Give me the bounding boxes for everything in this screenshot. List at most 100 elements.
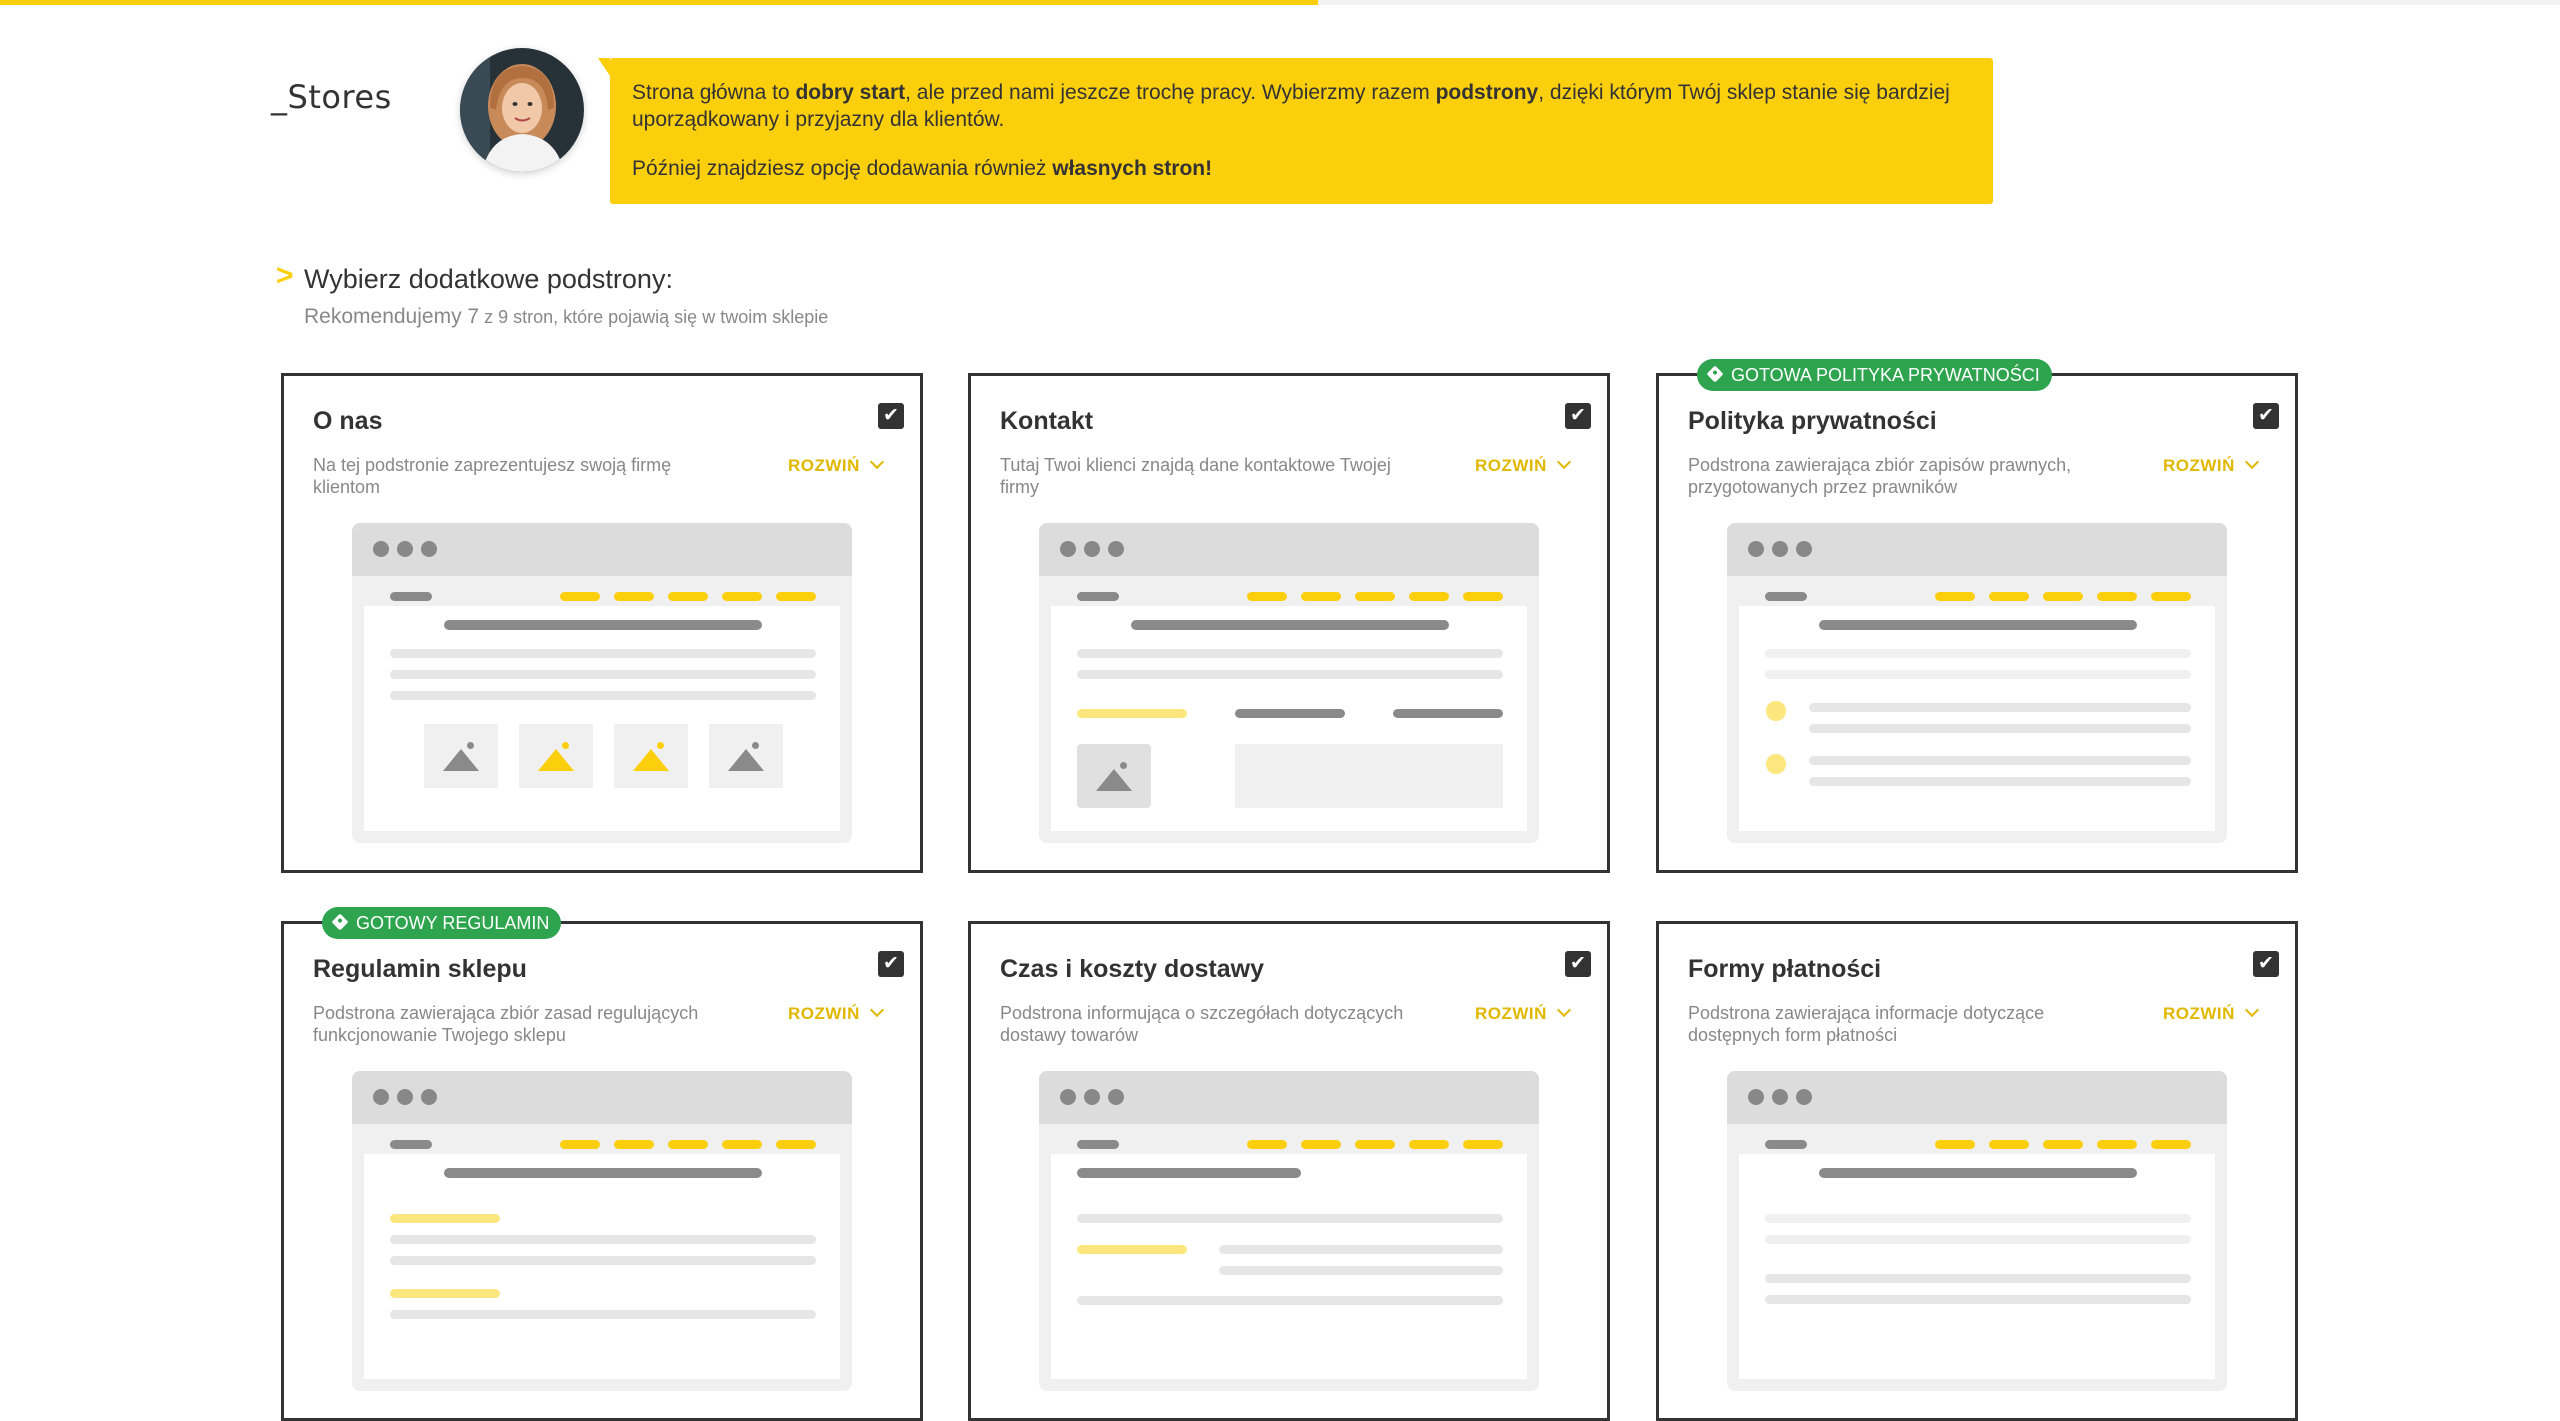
expand-label: ROZWIŃ: [788, 1004, 860, 1023]
chevron-down-icon: [1556, 1002, 1572, 1018]
page-card[interactable]: GOTOWA POLITYKA PRYWATNOŚCI Polityka pry…: [1656, 359, 2298, 873]
page-card[interactable]: GOTOWY REGULAMIN Regulamin sklepu Podstr…: [281, 907, 923, 1421]
window-dot-icon: [1084, 541, 1100, 557]
mock-bar: [1765, 649, 2191, 658]
window-dot-icon: [1748, 1089, 1764, 1105]
chevron-down-icon: [1556, 454, 1572, 470]
mock-bar: [1463, 1140, 1503, 1149]
expand-button[interactable]: ROZWIŃ: [788, 1002, 885, 1024]
mock-bar: [1935, 1140, 1975, 1149]
mock-bar: [1131, 620, 1449, 630]
mock-bar: [390, 691, 816, 700]
browser-bar: [1039, 523, 1539, 576]
browser-bar: [1727, 1071, 2227, 1124]
image-placeholder-icon: [519, 724, 593, 788]
preview-nav: [364, 1134, 840, 1154]
mock-bar: [1077, 709, 1187, 718]
mock-bar: [1935, 592, 1975, 601]
mock-bar: [1765, 1140, 1807, 1149]
mock-bar: [1765, 1274, 2191, 1283]
card-title: Czas i koszty dostawy: [1000, 955, 1264, 983]
window-dot-icon: [1772, 541, 1788, 557]
mock-bar: [2151, 592, 2191, 601]
assistant-message-line-2: Później znajdziesz opcję dodawania równi…: [632, 155, 1971, 182]
page-checkbox[interactable]: ✔: [2253, 403, 2279, 429]
preview-nav: [1051, 1134, 1527, 1154]
mock-bar: [722, 1140, 762, 1149]
mock-bar: [2097, 1140, 2137, 1149]
sun-icon: [467, 742, 474, 749]
mock-bar: [776, 592, 816, 601]
tag-icon: [331, 913, 349, 931]
mock-bar: [390, 670, 816, 679]
mock-bar: [1765, 592, 1807, 601]
checkmark-icon: ✔: [2258, 953, 2274, 974]
page-checkbox[interactable]: ✔: [878, 403, 904, 429]
preview-nav: [1051, 586, 1527, 606]
card-title: Regulamin sklepu: [313, 955, 527, 983]
mock-bar: [390, 1235, 816, 1244]
mock-bar: [1247, 592, 1287, 601]
mountain-icon: [728, 749, 764, 771]
mock-bar: [1765, 1235, 2191, 1244]
mock-bar: [668, 592, 708, 601]
mock-bar: [1247, 1140, 1287, 1149]
mock-bar: [614, 592, 654, 601]
sun-icon: [1120, 762, 1127, 769]
browser-bar: [1727, 523, 2227, 576]
preview-body: [1739, 1134, 2215, 1379]
window-dot-icon: [373, 1089, 389, 1105]
mock-bar: [390, 1256, 816, 1265]
page-preview: [1039, 1071, 1539, 1391]
expand-label: ROZWIŃ: [2163, 1004, 2235, 1023]
mock-bar: [1809, 777, 2191, 786]
mock-bar: [390, 1289, 500, 1298]
expand-button[interactable]: ROZWIŃ: [1475, 1002, 1572, 1024]
browser-bar: [352, 1071, 852, 1124]
mock-bar: [722, 592, 762, 601]
mock-bar: [1219, 1245, 1503, 1254]
bullet-icon: [1766, 701, 1786, 721]
browser-bar: [352, 523, 852, 576]
mountain-icon: [443, 749, 479, 771]
expand-button[interactable]: ROZWIŃ: [2163, 454, 2260, 476]
badge-label: GOTOWY REGULAMIN: [356, 913, 550, 933]
card-title: O nas: [313, 407, 383, 435]
checkmark-icon: ✔: [883, 405, 899, 426]
page-card[interactable]: Czas i koszty dostawy Podstrona informuj…: [968, 921, 1610, 1421]
page-checkbox[interactable]: ✔: [878, 951, 904, 977]
mock-bar: [390, 1214, 500, 1223]
expand-button[interactable]: ROZWIŃ: [788, 454, 885, 476]
expand-button[interactable]: ROZWIŃ: [2163, 1002, 2260, 1024]
sun-icon: [562, 742, 569, 749]
page-preview: [352, 1071, 852, 1391]
mock-bar: [1077, 1245, 1187, 1254]
section-subtitle: Rekomendujemy 7 z 9 stron, które pojawią…: [304, 305, 828, 329]
window-dot-icon: [1060, 541, 1076, 557]
page-checkbox[interactable]: ✔: [1565, 951, 1591, 977]
page-card[interactable]: O nas Na tej podstronie zaprezentujesz s…: [281, 373, 923, 873]
window-dot-icon: [1796, 1089, 1812, 1105]
mock-bar: [444, 1168, 762, 1178]
mock-bar: [1765, 670, 2191, 679]
expand-label: ROZWIŃ: [1475, 456, 1547, 475]
brand-logo: _Stores: [271, 78, 392, 116]
expand-button[interactable]: ROZWIŃ: [1475, 454, 1572, 476]
assistant-text-segment: własnych stron!: [1052, 157, 1213, 180]
mountain-icon: [633, 749, 669, 771]
page-preview: [1727, 523, 2227, 843]
chevron-down-icon: [2244, 454, 2260, 470]
page-checkbox[interactable]: ✔: [1565, 403, 1591, 429]
mock-bar: [1809, 756, 2191, 765]
tag-icon: [1706, 365, 1724, 383]
page-card[interactable]: Kontakt Tutaj Twoi klienci znajdą dane k…: [968, 373, 1610, 873]
mountain-icon: [538, 749, 574, 771]
page-checkbox[interactable]: ✔: [2253, 951, 2279, 977]
mock-bar: [1409, 592, 1449, 601]
mock-bar: [1809, 703, 2191, 712]
browser-bar: [1039, 1071, 1539, 1124]
page-card[interactable]: Formy płatności Podstrona zawierająca in…: [1656, 921, 2298, 1421]
mock-bar: [1077, 1214, 1503, 1223]
expand-label: ROZWIŃ: [2163, 456, 2235, 475]
mock-bar: [1219, 1266, 1503, 1275]
